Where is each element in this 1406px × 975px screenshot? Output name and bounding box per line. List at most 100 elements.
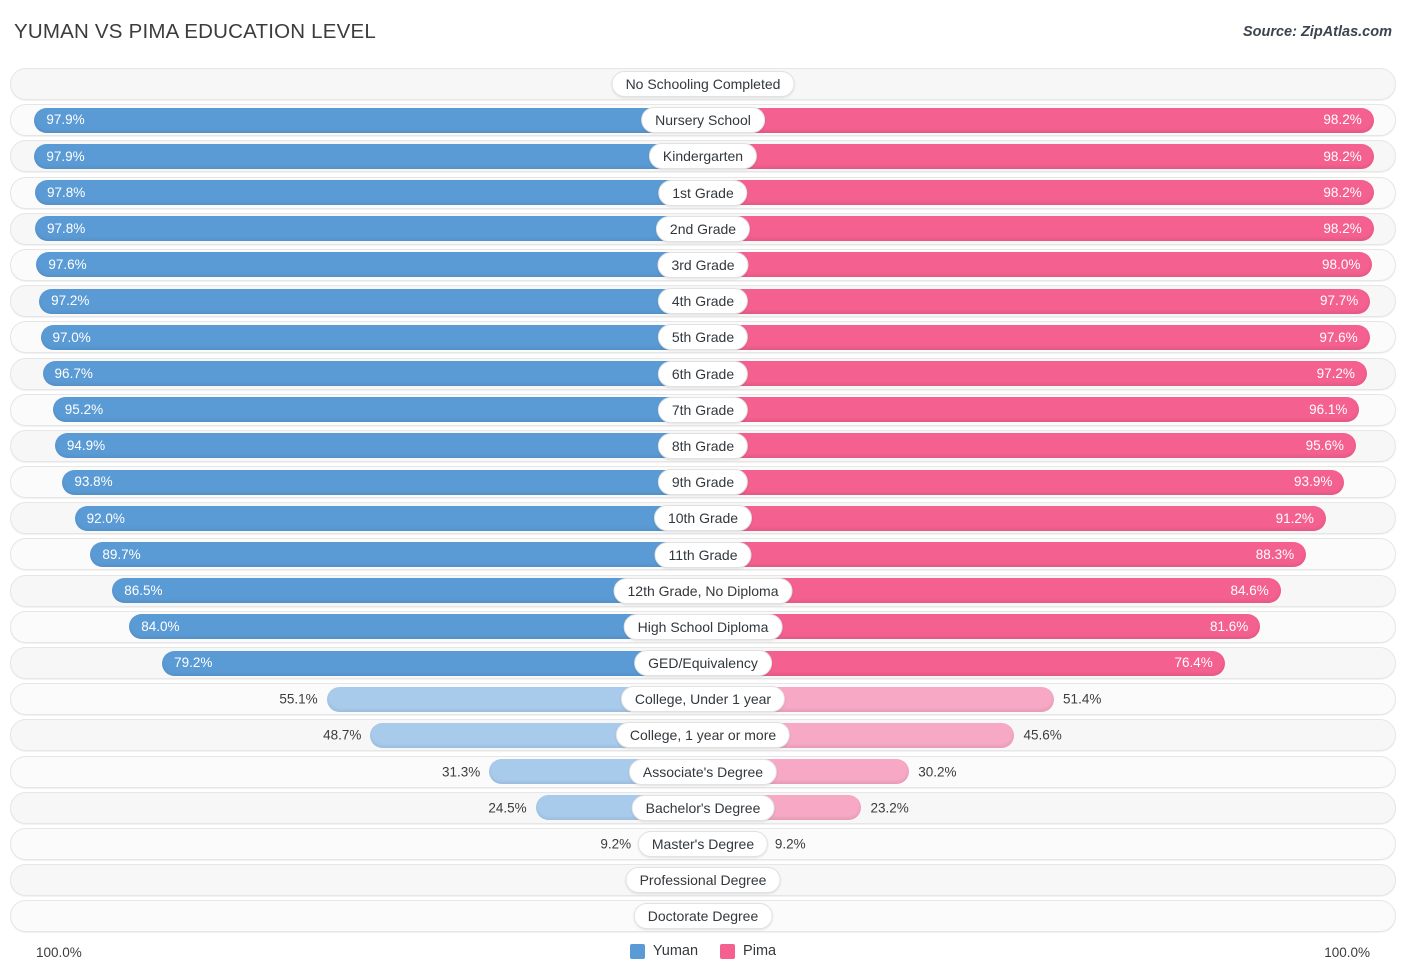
bar-value-yuman: 97.0% [52,329,91,345]
bar-value-yuman: 97.9% [46,112,85,128]
legend-item[interactable]: Pima [720,943,776,959]
bar-yuman[interactable]: 95.2% [52,397,703,423]
bar-yuman[interactable]: 84.0% [129,614,703,640]
bar-pima[interactable]: 98.2% [703,107,1374,133]
legend-item[interactable]: Yuman [629,943,699,959]
bar-value-pima: 84.6% [1230,582,1269,598]
bar-pima[interactable]: 88.3% [703,541,1307,567]
bar-pima[interactable]: 98.2% [703,143,1374,169]
bar-yuman[interactable]: 96.7% [42,361,703,386]
bar-pima[interactable]: 95.6% [703,433,1356,459]
bar-value-pima: 98.2% [1323,184,1362,200]
bar-row: 92.0% 91.2% 10th Grade [10,500,1396,536]
bar-row: 31.3% 30.2% Associate's Degree [10,754,1396,790]
bar-rows-container: 2.5%2.1%No Schooling Completed 97.9% 98.2%… [10,66,1396,935]
category-label: College, Under 1 year [620,686,786,713]
bar-value-yuman: 97.8% [47,221,86,236]
bar-value-pima: 9.2% [774,836,806,852]
bar-row: 97.9% 98.2% Nursery School [10,102,1396,138]
bar-value-pima: 96.1% [1309,401,1348,417]
bar-yuman[interactable]: 97.2% [39,288,703,314]
bar-yuman[interactable]: 79.2% [162,650,703,676]
bar-value-pima: 97.6% [1319,329,1358,345]
bar-pima[interactable]: 97.2% [703,361,1367,386]
bar-value-yuman: 97.9% [46,148,85,164]
bar-yuman[interactable]: 97.8% [35,180,703,206]
category-label: 2nd Grade [655,215,751,242]
bar-value-yuman: 79.2% [174,655,213,671]
bar-pima[interactable]: 98.2% [703,180,1374,206]
bar-value-yuman: 24.5% [488,800,527,815]
category-label: Doctorate Degree [633,903,773,930]
bar-row: 97.9% 98.2% Kindergarten [10,138,1396,174]
bar-pima[interactable]: 76.4% [703,650,1225,676]
category-label: 4th Grade [657,288,749,315]
bar-value-yuman: 86.5% [124,582,163,598]
category-label: 1st Grade [658,179,748,206]
bar-value-yuman: 55.1% [279,691,318,707]
bar-value-yuman: 97.8% [47,184,86,200]
bar-row: 55.1% 51.4% College, Under 1 year [10,681,1396,717]
bar-yuman[interactable]: 89.7% [90,541,703,567]
category-label: 11th Grade [654,541,752,568]
legend-swatch-icon [720,943,736,959]
bar-value-pima: 91.2% [1275,510,1314,526]
bar-value-pima: 76.4% [1174,655,1213,671]
bar-value-yuman: 97.6% [48,257,87,273]
bar-pima[interactable]: 81.6% [703,614,1261,640]
chart-header: YUMAN VS PIMA EDUCATION LEVEL Source: Zi… [0,0,1406,58]
bar-row: 97.6% 98.0% 3rd Grade [10,247,1396,283]
bar-row: 2.5%2.1%No Schooling Completed [10,66,1396,102]
bar-row: 9.2% 9.2% Master's Degree [10,826,1396,862]
bar-value-pima: 93.9% [1294,474,1333,490]
bar-row: 94.9% 95.6% 8th Grade [10,428,1396,464]
bar-yuman[interactable]: 94.9% [54,433,703,459]
bar-value-pima: 98.2% [1323,148,1362,164]
bar-value-yuman: 96.7% [54,365,93,381]
bar-yuman[interactable]: 97.9% [34,107,703,133]
bar-yuman[interactable]: 97.6% [36,252,703,278]
bar-yuman[interactable]: 97.8% [35,216,703,242]
category-label: Nursery School [641,107,765,134]
bar-yuman[interactable]: 97.9% [34,143,703,169]
bar-row: 93.8% 93.9% 9th Grade [10,464,1396,500]
bar-value-yuman: 94.9% [66,438,106,454]
bar-pima[interactable]: 93.9% [703,469,1345,495]
bar-pima[interactable]: 98.0% [703,252,1373,278]
bar-pima[interactable]: 97.6% [703,324,1370,350]
category-label: GED/Equivalency [634,650,772,677]
bar-row: 96.7% 97.2% 6th Grade [10,356,1396,392]
bar-pima[interactable]: 97.7% [703,288,1371,314]
category-label: 12th Grade, No Diploma [613,577,793,604]
bar-value-yuman: 48.7% [323,727,362,743]
bar-row: 3.3%3.3%Professional Degree [10,862,1396,898]
bar-value-yuman: 9.2% [600,836,632,852]
bar-row: 89.7% 88.3% 11th Grade [10,536,1396,572]
category-label: No Schooling Completed [611,71,795,98]
category-label: High School Diploma [623,613,783,640]
legend-label: Yuman [652,943,699,959]
legend-swatch-icon [629,943,645,959]
bar-yuman[interactable]: 97.0% [40,324,703,350]
category-label: Bachelor's Degree [631,794,775,821]
bar-pima[interactable]: 98.2% [703,216,1374,242]
bar-row: 84.0% 81.6% High School Diploma [10,609,1396,645]
bar-pima[interactable]: 96.1% [703,397,1360,423]
category-label: Associate's Degree [628,758,778,785]
bar-pima[interactable]: 91.2% [703,505,1326,531]
bar-row: 86.5% 84.6% 12th Grade, No Diploma [10,573,1396,609]
category-label: 7th Grade [657,396,749,423]
bar-value-pima: 98.0% [1322,257,1361,273]
bar-yuman[interactable]: 92.0% [74,505,703,531]
bar-value-pima: 95.6% [1305,438,1344,454]
bar-value-yuman: 89.7% [102,546,141,562]
bar-yuman[interactable]: 93.8% [62,469,703,495]
bar-value-pima: 88.3% [1255,546,1295,562]
bar-value-yuman: 31.3% [441,763,481,779]
bar-value-pima: 23.2% [870,800,909,815]
bar-value-yuman: 92.0% [86,510,125,526]
bar-value-pima: 97.2% [1316,365,1355,381]
category-label: Professional Degree [625,867,781,894]
bar-value-pima: 98.2% [1323,221,1362,236]
category-label: 9th Grade [657,469,749,496]
